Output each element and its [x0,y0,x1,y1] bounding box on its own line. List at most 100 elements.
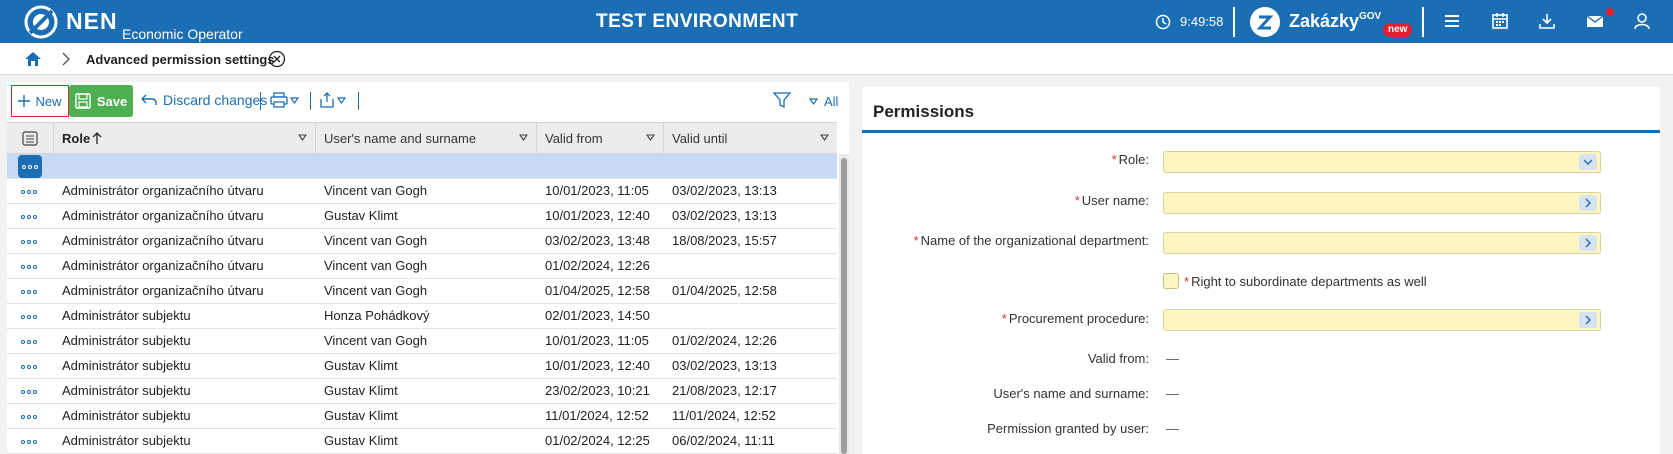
role-select[interactable] [1163,151,1601,173]
new-button[interactable]: New [11,85,69,117]
column-header-role[interactable]: Role [54,123,316,154]
column-label: Valid until [672,131,728,146]
procurement-procedure-label: * Procurement procedure: [1001,311,1149,326]
home-icon[interactable] [24,50,42,68]
caret-down-icon [809,98,818,105]
print-menu[interactable] [270,92,299,108]
user-full-name-label: User's name and surname: [993,386,1149,401]
cell-user: Gustav Klimt [324,408,398,423]
download-icon[interactable] [1537,11,1557,31]
table-row[interactable]: Administrátor subjektu Gustav Klimt 01/02/… [7,429,837,454]
picker-button[interactable] [1579,312,1597,328]
row-actions-icon[interactable] [21,365,37,369]
table-row[interactable]: Administrátor subjektu Honza Pohádkový 02/… [7,304,837,329]
row-actions-icon[interactable] [21,215,37,219]
row-actions-icon[interactable] [21,340,37,344]
table-row[interactable]: Administrátor organizačního útvaru Gustav… [7,204,837,229]
cell-valid-from: 11/01/2024, 12:52 [545,408,649,423]
subordinate-departments-checkbox[interactable] [1163,273,1179,289]
user-icon[interactable] [1632,11,1652,31]
cell-user: Gustav Klimt [324,358,398,373]
granted-by-label: Permission granted by user: [987,421,1149,436]
table-row[interactable]: Administrátor organizačního útvaru Vincen… [7,254,837,279]
column-settings[interactable] [7,123,54,154]
permission-detail-panel: Permissions * Role: * User name: * Name of … [862,87,1660,454]
row-actions-icon[interactable] [21,315,37,319]
cell-user: Vincent van Gogh [324,233,428,248]
row-actions-icon[interactable] [21,265,37,269]
menu-icon[interactable] [1442,11,1462,31]
row-actions-icon[interactable] [21,240,37,244]
cell-valid-from: 10/01/2023, 12:40 [545,208,650,223]
notification-dot [1606,8,1614,16]
zakazky-logo-icon[interactable] [1250,7,1280,37]
cell-valid-until: 03/02/2023, 13:13 [672,183,777,198]
quick-filter-all[interactable]: All [809,94,838,109]
table-row[interactable]: Administrátor subjektu Gustav Klimt 11/01/… [7,404,837,429]
toolbar: New Save Discard changes All [7,82,849,122]
table-row[interactable]: Administrátor organizačního útvaru Vincen… [7,279,837,304]
cell-user: Vincent van Gogh [324,283,428,298]
zakazky-link[interactable]: Zakázky [1289,11,1359,32]
row-actions-icon[interactable] [21,415,37,419]
cell-role: Administrátor organizačního útvaru [62,233,264,248]
filter-icon[interactable] [773,91,791,109]
scrollbar-thumb[interactable] [841,158,847,454]
table-row[interactable]: Administrátor subjektu Gustav Klimt 23/02/… [7,379,837,404]
column-settings-icon [22,131,38,146]
dropdown-button[interactable] [1579,154,1597,170]
cell-valid-from: 10/01/2023, 11:05 [545,183,649,198]
save-icon [75,93,91,109]
mail-icon[interactable] [1585,11,1605,31]
column-header-valid-from[interactable]: Valid from [537,123,664,154]
cell-valid-until: 18/08/2023, 15:57 [672,233,777,248]
cell-role: Administrátor subjektu [62,383,191,398]
export-menu[interactable] [319,92,346,108]
column-menu-icon[interactable] [519,134,528,141]
cell-valid-until: 06/02/2024, 11:11 [672,433,775,448]
grid-scrollbar[interactable] [839,154,849,454]
calendar-icon[interactable] [1490,11,1510,31]
row-actions-icon[interactable] [21,290,37,294]
row-actions-icon[interactable] [21,190,37,194]
cell-valid-from: 03/02/2023, 13:48 [545,233,650,248]
department-field[interactable] [1163,232,1601,254]
table-row[interactable]: Administrátor organizačního útvaru Vincen… [7,229,837,254]
quick-filter-label: All [824,94,839,109]
toolbar-divider [358,92,359,110]
close-icon[interactable] [268,50,286,68]
table-row[interactable]: Administrátor subjektu Vincent van Gogh 10… [7,329,837,354]
column-header-user[interactable]: User's name and surname [316,123,537,154]
panel-title: Permissions [873,102,975,121]
row-actions-icon[interactable] [21,440,37,444]
table-row-new[interactable] [7,154,837,179]
column-menu-icon[interactable] [646,134,655,141]
user-name-field[interactable] [1163,192,1601,214]
column-menu-icon[interactable] [820,134,829,141]
picker-button[interactable] [1579,235,1597,251]
column-header-valid-until[interactable]: Valid until [664,123,837,154]
procurement-procedure-field[interactable] [1163,309,1601,331]
picker-button[interactable] [1579,195,1597,211]
header-divider [1422,7,1424,37]
permissions-list-panel: New Save Discard changes All Role User's… [7,82,849,454]
table-row[interactable]: Administrátor organizačního útvaru Vincen… [7,179,837,204]
chevron-right-icon [62,52,70,66]
nen-logo-icon[interactable] [24,5,58,39]
chevron-right-icon [1585,198,1591,208]
row-actions-icon[interactable] [21,390,37,394]
cell-user: Gustav Klimt [324,383,398,398]
discard-changes-button[interactable]: Discard changes [140,92,267,108]
table-row[interactable]: Administrátor subjektu Gustav Klimt 10/01/… [7,354,837,379]
header-divider [1233,7,1235,37]
grid-header: Role User's name and surname Valid from … [7,122,837,154]
print-icon [270,92,288,108]
toolbar-divider [310,92,311,110]
save-button[interactable]: Save [69,85,133,117]
cell-valid-until [672,304,836,328]
cell-valid-from: 01/04/2025, 12:58 [545,283,650,298]
row-actions-button[interactable] [18,155,42,178]
cell-user: Vincent van Gogh [324,333,428,348]
column-menu-icon[interactable] [298,134,307,141]
chevron-right-icon [1585,315,1591,325]
